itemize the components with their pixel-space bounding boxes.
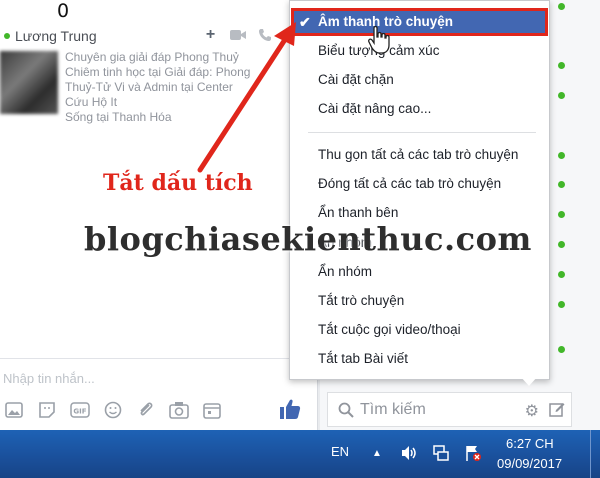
menu-pointer xyxy=(520,376,538,386)
annotation-label: Tắt dấu tích xyxy=(103,170,253,196)
volume-icon[interactable] xyxy=(400,444,418,462)
search-placeholder: Tìm kiếm xyxy=(360,400,426,418)
profile-line: Chuyên gia giải đáp Phong Thuỷ xyxy=(65,50,239,64)
language-indicator[interactable]: EN xyxy=(331,444,349,459)
checkmark-icon: ✔ xyxy=(299,14,311,30)
hand-cursor-icon xyxy=(368,25,390,54)
menu-item[interactable]: Thu gọn tất cả các tab trò chuyện xyxy=(318,147,518,162)
show-desktop-button[interactable] xyxy=(590,430,600,478)
online-status-dot xyxy=(558,271,565,278)
message-composer: Nhập tin nhắn... GIF xyxy=(0,358,318,430)
compose-icon[interactable] xyxy=(549,401,565,422)
online-status-dot xyxy=(558,62,565,69)
search-actions: ⚙ xyxy=(525,401,565,422)
menu-item[interactable]: Cài đặt nâng cao... xyxy=(318,101,431,116)
menu-item[interactable]: Ẩn nhóm xyxy=(318,264,372,279)
profile-line: Thuỷ-Tử Vi và Admin tại Center xyxy=(65,80,233,94)
image-icon[interactable] xyxy=(2,399,25,421)
menu-item[interactable]: Tắt trò chuyện xyxy=(318,293,404,308)
menu-item-selected[interactable]: ✔ Âm thanh trò chuyện xyxy=(291,8,548,36)
online-status-dot xyxy=(558,346,565,353)
profile-line: Chiêm tinh học tại Giải đáp: Phong xyxy=(65,65,251,79)
online-status-dot xyxy=(558,181,565,188)
calendar-icon[interactable] xyxy=(200,399,223,421)
clock-date[interactable]: 09/09/2017 xyxy=(497,456,562,471)
thumbs-up-icon[interactable] xyxy=(278,397,302,421)
menu-item[interactable]: Ẩn thanh bên xyxy=(318,205,398,220)
attachment-icon[interactable] xyxy=(134,399,157,421)
message-input[interactable]: Nhập tin nhắn... xyxy=(3,371,95,386)
sticker-icon[interactable] xyxy=(35,399,58,421)
chat-header-actions: + ⚙ xyxy=(202,26,300,44)
profile-info: Chuyên gia giải đáp Phong Thuỷ Chiêm tin… xyxy=(65,50,315,125)
network-icon[interactable] xyxy=(432,444,450,462)
menu-item[interactable]: Tắt tab Bài viết xyxy=(318,351,408,366)
online-status-dot xyxy=(558,3,565,10)
chat-window: 0 Lương Trung + ⚙ Chuyên gia giải đáp Ph… xyxy=(0,0,318,430)
camera-icon[interactable] xyxy=(167,399,190,421)
online-status-dot xyxy=(558,301,565,308)
plus-icon[interactable]: + xyxy=(202,26,219,43)
online-status-dot xyxy=(558,152,565,159)
profile-line: Sống tại Thanh Hóa xyxy=(65,110,172,124)
clock-time[interactable]: 6:27 CH xyxy=(506,436,554,451)
action-center-flag-icon[interactable] xyxy=(464,444,482,462)
menu-item[interactable]: Đóng tất cả các tab trò chuyện xyxy=(318,176,501,191)
menu-divider xyxy=(308,132,536,133)
chat-header[interactable]: Lương Trung + ⚙ xyxy=(0,23,318,48)
emoji-icon[interactable] xyxy=(101,399,124,421)
online-status-dot xyxy=(558,92,565,99)
phone-icon[interactable] xyxy=(256,26,273,43)
chat-options-menu: ✔ Âm thanh trò chuyện Biểu tượng cảm xúc… xyxy=(289,0,550,380)
profile-line: Cứu Hộ It xyxy=(65,95,118,109)
online-status-dot xyxy=(558,211,565,218)
taskbar: EN ▲ 6:27 CH 09/09/2017 xyxy=(0,430,600,478)
chat-contact-name[interactable]: Lương Trung xyxy=(15,28,97,44)
online-status-dot xyxy=(4,32,10,39)
search-input[interactable]: Tìm kiếm ⚙ xyxy=(327,392,572,427)
gear-icon[interactable]: ⚙ xyxy=(525,401,539,422)
video-icon[interactable] xyxy=(229,26,246,43)
online-status-dot xyxy=(558,241,565,248)
menu-item[interactable]: Cài đặt chặn xyxy=(318,72,394,87)
system-tray: ▲ xyxy=(368,444,482,462)
top-digit: 0 xyxy=(57,0,70,22)
composer-toolbar: GIF xyxy=(2,399,223,421)
search-icon xyxy=(338,402,354,418)
avatar[interactable] xyxy=(0,51,58,114)
svg-text:GIF: GIF xyxy=(73,408,86,416)
show-hidden-icons-icon[interactable]: ▲ xyxy=(368,444,386,462)
gif-icon[interactable]: GIF xyxy=(68,399,91,421)
menu-item[interactable]: Tắt cuộc gọi video/thoại xyxy=(318,322,461,337)
watermark: blogchiasekienthuc.com xyxy=(84,220,532,258)
